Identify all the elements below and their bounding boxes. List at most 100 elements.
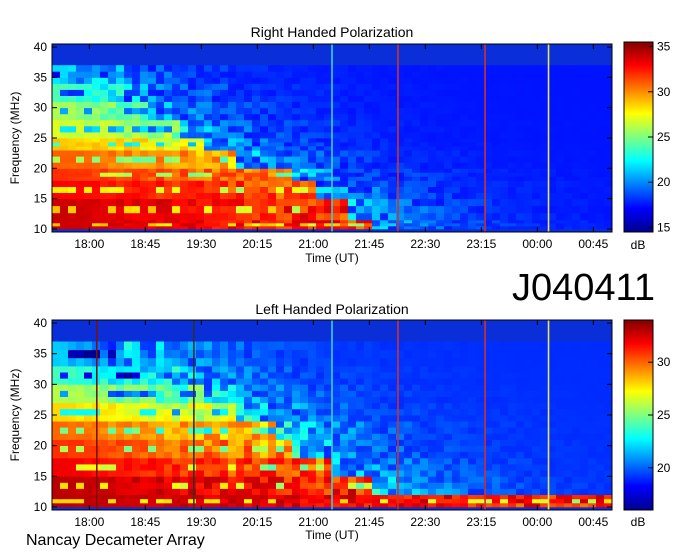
heatmap-cell [116,83,125,90]
heatmap-cell [564,198,573,207]
heatmap-cell [492,95,501,102]
heatmap-cell [428,494,437,500]
heatmap-cell [132,212,141,221]
heatmap-cell [156,156,165,163]
heatmap-cell [564,482,573,489]
heatmap-cell [252,415,261,422]
heatmap-cell [308,180,317,187]
heatmap-cell [316,225,325,230]
heatmap-cell [540,65,549,72]
heatmap-cell [364,222,373,227]
heatmap-cell [164,192,173,200]
heatmap-cell [124,198,133,207]
heatmap-cell [604,83,613,90]
heatmap-cell [436,366,445,373]
heatmap-cell [212,138,221,143]
heatmap-cell [204,142,213,147]
heatmap-cell [436,402,445,410]
heatmap-cell [100,119,109,127]
heatmap-cell [148,341,157,351]
heatmap-cell [532,95,541,102]
heatmap-cell [68,205,77,214]
heatmap-cell [68,156,77,163]
heatmap-cell [100,494,109,500]
heatmap-cell [236,427,245,434]
heatmap-cell [68,488,77,495]
heatmap-cell [84,427,93,434]
heatmap-cell [444,357,453,367]
heatmap-cell [108,176,117,181]
heatmap-cell [276,198,285,207]
heatmap-cell [380,198,389,207]
heatmap-cell [108,357,117,367]
heatmap-cell [284,421,293,428]
heatmap-cell [468,95,477,102]
heatmap-cell [156,192,165,200]
heatmap-cell [292,212,301,221]
heatmap-cell [452,101,461,109]
heatmap-cell [412,186,421,193]
heatmap-cell [436,138,445,143]
heatmap-cell [116,439,125,446]
heatmap-cell [468,172,477,177]
heatmap-cell [340,502,349,508]
heatmap-cell [68,390,77,397]
heatmap-cell [476,408,485,416]
heatmap-cell [76,107,85,115]
heatmap-cell [268,162,277,169]
heatmap-cell [228,482,237,489]
heatmap-cell [580,470,589,477]
heatmap-cell [180,408,189,416]
heatmap-cell [140,390,149,397]
heatmap-cell [460,222,469,227]
heatmap-cell [516,180,525,187]
heatmap-cell [292,142,301,147]
heatmap-cell [92,138,101,143]
heatmap-cell [140,396,149,404]
heatmap-cell [116,451,125,459]
heatmap-cell [372,186,381,193]
heatmap-cell [420,366,429,373]
heatmap-cell [412,476,421,483]
heatmap-cell [444,168,453,173]
heatmap-cell [580,494,589,500]
heatmap-cell [252,341,261,351]
heatmap-cell [508,384,517,391]
heatmap-cell [564,83,573,90]
heatmap-cell [356,83,365,90]
heatmap-cell [60,396,69,404]
heatmap-cell [92,101,101,109]
heatmap-cell [476,125,485,133]
heatmap-cell [524,415,533,422]
heatmap-cell [108,451,117,459]
heatmap-cell [60,372,69,379]
heatmap-cell [228,113,237,121]
heatmap-cell [244,168,253,173]
heatmap-cell [148,162,157,169]
heatmap-cell [596,225,605,230]
heatmap-cell [372,119,381,127]
heatmap-cell [284,378,293,385]
heatmap-cell [540,168,549,173]
heatmap-cell [340,212,349,221]
heatmap-cell [380,476,389,483]
y-tick-label: 35 [34,70,48,84]
heatmap-cell [564,150,573,157]
heatmap-cell [500,89,509,96]
x-tick-label: 21:00 [298,515,328,529]
heatmap-cell [76,451,85,459]
heatmap-cell [588,89,597,96]
heatmap-cell [244,222,253,227]
heatmap-cell [372,180,381,187]
heatmap-cell [508,125,517,133]
heatmap-cell [300,113,309,121]
heatmap-cell [116,142,125,147]
heatmap-cell [348,341,357,351]
heatmap-cell [332,451,341,459]
heatmap-cell [340,470,349,477]
colorbar-tick-label: 25 [657,408,671,422]
heatmap-cell [436,107,445,115]
heatmap-cell [228,366,237,373]
heatmap-cell [52,415,61,422]
heatmap-cell [148,95,157,102]
